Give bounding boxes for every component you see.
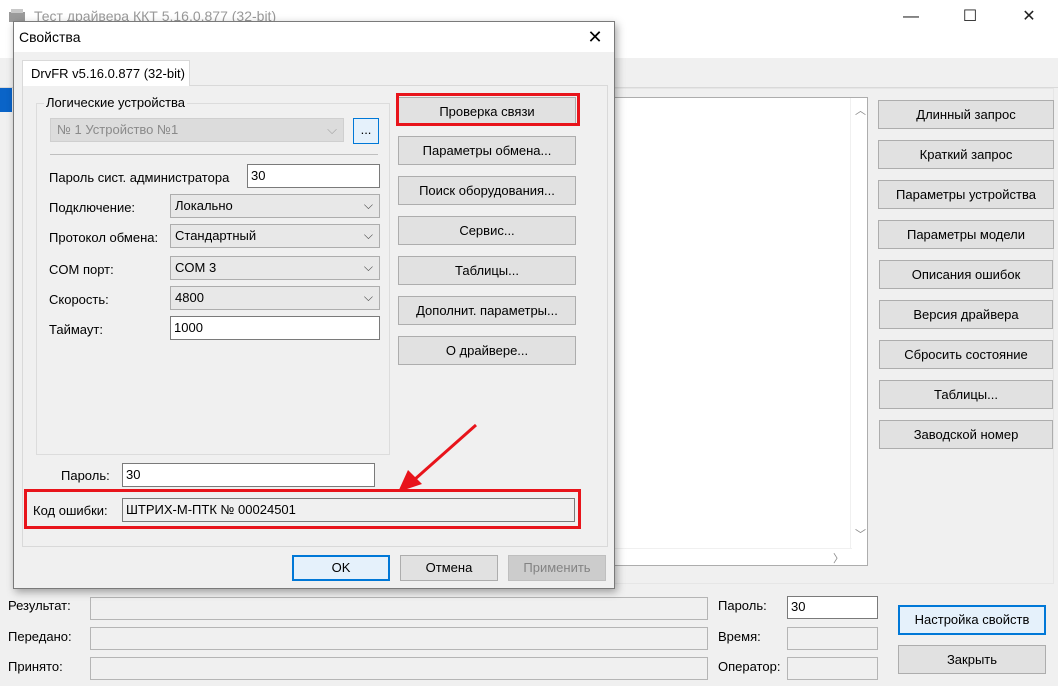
connection-select[interactable]: Локально ⌵ [170, 194, 380, 218]
com-port-value: COM 3 [175, 260, 217, 275]
tab-driver[interactable]: DrvFR v5.16.0.877 (32-bit) [22, 60, 190, 86]
dialog-password-input[interactable]: 30 [122, 463, 375, 487]
received-field [90, 657, 708, 680]
device-select-value: № 1 Устройство №1 [57, 122, 179, 137]
apply-button[interactable]: Применить [508, 555, 606, 581]
tables-button[interactable]: Таблицы... [398, 256, 576, 285]
dialog-titlebar: Свойства ✕ [14, 22, 614, 52]
reset-state-button[interactable]: Сбросить состояние [879, 340, 1053, 369]
log-horizontal-scrollbar[interactable]: 〉 [601, 548, 852, 565]
com-port-label: COM порт: [49, 262, 114, 277]
log-textarea[interactable]: ︿ ﹀ 〉 [600, 97, 868, 566]
scroll-down-icon[interactable]: ﹀ [855, 526, 866, 542]
chevron-down-icon: ⌵ [363, 290, 373, 304]
ok-button[interactable]: OK [292, 555, 390, 581]
driver-version-button[interactable]: Версия драйвера [879, 300, 1053, 329]
tables-button-main[interactable]: Таблицы... [879, 380, 1053, 409]
admin-password-label: Пароль сист. администратора [49, 170, 230, 185]
device-select[interactable]: № 1 Устройство №1 ⌵ [50, 118, 344, 142]
close-window-button[interactable]: ✕ [1004, 0, 1054, 34]
model-params-button[interactable]: Параметры модели [878, 220, 1054, 249]
speed-label: Скорость: [49, 292, 109, 307]
logical-devices-label: Логические устройства [44, 95, 188, 110]
protocol-label: Протокол обмена: [49, 230, 159, 245]
sent-label: Передано: [8, 629, 72, 644]
long-request-button[interactable]: Длинный запрос [878, 100, 1054, 129]
dialog-close-icon[interactable]: ✕ [576, 22, 614, 52]
chevron-down-icon: ⌵ [327, 122, 337, 137]
timeout-label: Таймаут: [49, 322, 103, 337]
received-label: Принято: [8, 659, 63, 674]
main-password-label: Пароль: [718, 598, 767, 613]
device-params-button[interactable]: Параметры устройства [878, 180, 1054, 209]
time-field [787, 627, 878, 650]
protocol-value: Стандартный [175, 228, 257, 243]
red-arrow-icon [398, 423, 477, 492]
speed-select[interactable]: 4800 ⌵ [170, 286, 380, 310]
left-list-selected-item[interactable] [0, 88, 12, 112]
about-driver-button[interactable]: О драйвере... [398, 336, 576, 365]
chevron-down-icon: ⌵ [363, 228, 373, 242]
settings-properties-button[interactable]: Настройка свойств [898, 605, 1046, 635]
speed-value: 4800 [175, 290, 204, 305]
additional-params-button[interactable]: Дополнит. параметры... [398, 296, 576, 325]
admin-password-input[interactable]: 30 [247, 164, 380, 188]
scroll-right-icon[interactable]: 〉 [833, 550, 844, 566]
scroll-up-icon[interactable]: ︿ [855, 102, 866, 118]
exchange-params-button[interactable]: Параметры обмена... [398, 136, 576, 165]
search-equipment-button[interactable]: Поиск оборудования... [398, 176, 576, 205]
operator-label: Оператор: [718, 659, 781, 674]
operator-field [787, 657, 878, 680]
result-field [90, 597, 708, 620]
close-button[interactable]: Закрыть [898, 645, 1046, 674]
main-password-input[interactable]: 30 [787, 596, 878, 619]
serial-number-button[interactable]: Заводской номер [879, 420, 1053, 449]
sent-field [90, 627, 708, 650]
cancel-button[interactable]: Отмена [400, 555, 498, 581]
dialog-password-label: Пароль: [61, 468, 110, 483]
left-list-stripe [0, 88, 14, 588]
highlight-check-connection [396, 93, 580, 126]
com-port-select[interactable]: COM 3 ⌵ [170, 256, 380, 280]
connection-label: Подключение: [49, 200, 136, 215]
minimize-button[interactable]: — [886, 0, 936, 34]
device-browse-button[interactable]: ... [353, 118, 379, 144]
log-vertical-scrollbar[interactable]: ︿ ﹀ [850, 98, 867, 549]
time-label: Время: [718, 629, 761, 644]
service-button[interactable]: Сервис... [398, 216, 576, 245]
chevron-down-icon: ⌵ [363, 260, 373, 274]
dialog-title: Свойства [19, 29, 81, 45]
highlight-error-code [24, 489, 581, 529]
group-separator [50, 154, 378, 155]
error-descriptions-button[interactable]: Описания ошибок [879, 260, 1053, 289]
result-label: Результат: [8, 598, 71, 613]
connection-value: Локально [175, 198, 233, 213]
timeout-input[interactable]: 1000 [170, 316, 380, 340]
protocol-select[interactable]: Стандартный ⌵ [170, 224, 380, 248]
chevron-down-icon: ⌵ [363, 198, 373, 212]
maximize-button[interactable]: ☐ [945, 0, 995, 34]
short-request-button[interactable]: Краткий запрос [878, 140, 1054, 169]
